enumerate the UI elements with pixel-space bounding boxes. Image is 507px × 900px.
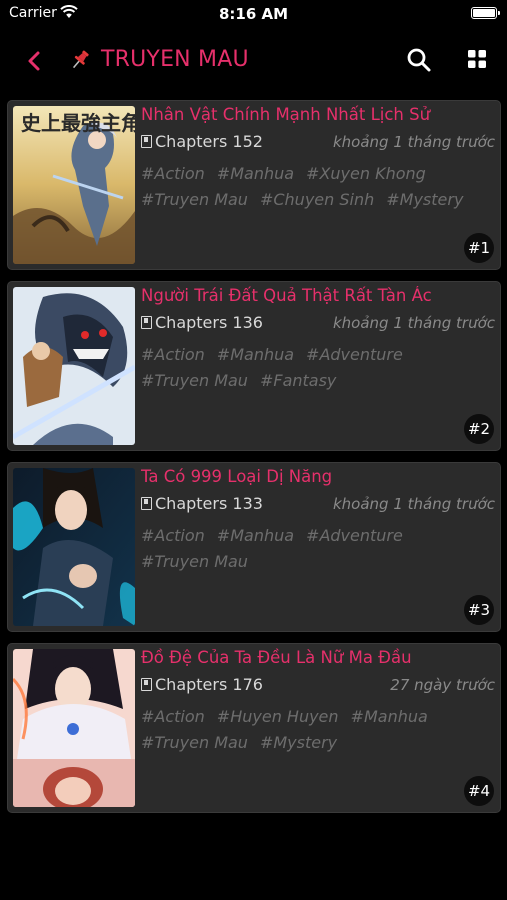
book-icon: [141, 316, 152, 329]
story-title[interactable]: Ta Có 999 Loại Dị Năng: [141, 467, 497, 486]
tag-list: #Action #Manhua #Adventure #Truyen Mau #Fant…: [141, 342, 499, 394]
story-card[interactable]: Ta Có 999 Loại Dị Năng Chapters 133 khoả…: [7, 462, 501, 632]
tag[interactable]: #Huyen Huyen: [217, 704, 339, 730]
chapter-count: Chapters 136: [141, 313, 263, 332]
story-cover-image[interactable]: [13, 468, 135, 626]
story-title[interactable]: Đồ Đệ Của Ta Đều Là Nữ Ma Đầu: [141, 648, 497, 667]
story-card[interactable]: Đồ Đệ Của Ta Đều Là Nữ Ma Đầu Chapters 1…: [7, 643, 501, 813]
tag[interactable]: #Truyen Mau: [141, 730, 248, 756]
story-title[interactable]: Người Trái Đất Quả Thật Rất Tàn Ác: [141, 286, 497, 305]
grid-icon[interactable]: [466, 48, 488, 70]
tag[interactable]: #Truyen Mau: [141, 187, 248, 213]
story-card[interactable]: 史上最強主角 Nhân Vật Chính Mạnh Nhất Lịch Sử …: [7, 100, 501, 270]
tag[interactable]: #Manhua: [217, 523, 294, 549]
story-card[interactable]: Người Trái Đất Quả Thật Rất Tàn Ác Chapt…: [7, 281, 501, 451]
chapter-count: Chapters 152: [141, 132, 263, 151]
search-icon[interactable]: [405, 46, 433, 74]
rank-badge: #3: [464, 595, 494, 625]
chapter-count-label: Chapters 176: [155, 675, 263, 694]
status-time: 8:16 AM: [218, 5, 289, 23]
pin-icon: [72, 50, 89, 69]
tag-list: #Action #Manhua #Adventure #Truyen Mau: [141, 523, 499, 575]
chapter-count-label: Chapters 133: [155, 494, 263, 513]
story-cover-image[interactable]: [13, 287, 135, 445]
book-icon: [141, 135, 152, 148]
story-title[interactable]: Nhân Vật Chính Mạnh Nhất Lịch Sử: [141, 105, 497, 124]
updated-time: khoảng 1 tháng trước: [332, 314, 495, 332]
tag[interactable]: #Manhua: [217, 342, 294, 368]
book-icon: [141, 497, 152, 510]
story-cover-image[interactable]: [13, 649, 135, 807]
back-chevron-icon[interactable]: [20, 46, 50, 76]
tag[interactable]: #Truyen Mau: [141, 368, 248, 394]
chapter-count-label: Chapters 136: [155, 313, 263, 332]
tag[interactable]: #Manhua: [351, 704, 428, 730]
tag[interactable]: #Action: [141, 704, 205, 730]
tag[interactable]: #Chuyen Sinh: [260, 187, 374, 213]
status-bar: Carrier 8:16 AM: [0, 0, 507, 28]
chapter-count: Chapters 133: [141, 494, 263, 513]
tag[interactable]: #Fantasy: [260, 368, 336, 394]
updated-time: khoảng 1 tháng trước: [332, 133, 495, 151]
updated-time: 27 ngày trước: [390, 676, 495, 694]
tag[interactable]: #Truyen Mau: [141, 549, 248, 575]
navigation-bar: TRUYEN MAU: [0, 28, 507, 94]
tag-list: #Action #Manhua #Xuyen Khong #Truyen Mau #Ch…: [141, 161, 499, 213]
tag[interactable]: #Mystery: [260, 730, 337, 756]
tag[interactable]: #Xuyen Khong: [306, 161, 426, 187]
battery-icon: [471, 7, 500, 19]
tag[interactable]: #Adventure: [306, 342, 403, 368]
tag[interactable]: #Action: [141, 342, 205, 368]
story-cover-image[interactable]: 史上最強主角: [13, 106, 135, 264]
tag[interactable]: #Action: [141, 523, 205, 549]
rank-badge: #1: [464, 233, 494, 263]
tag[interactable]: #Manhua: [217, 161, 294, 187]
tag[interactable]: #Action: [141, 161, 205, 187]
rank-badge: #4: [464, 776, 494, 806]
tag[interactable]: #Adventure: [306, 523, 403, 549]
cover-title-text: 史上最強主角: [21, 111, 135, 135]
page-title: TRUYEN MAU: [101, 47, 249, 72]
tag[interactable]: #Mystery: [386, 187, 463, 213]
chapter-count-label: Chapters 152: [155, 132, 263, 151]
rank-badge: #2: [464, 414, 494, 444]
updated-time: khoảng 1 tháng trước: [332, 495, 495, 513]
tag-list: #Action #Huyen Huyen #Manhua #Truyen Mau #My…: [141, 704, 499, 756]
chapter-count: Chapters 176: [141, 675, 263, 694]
book-icon: [141, 678, 152, 691]
